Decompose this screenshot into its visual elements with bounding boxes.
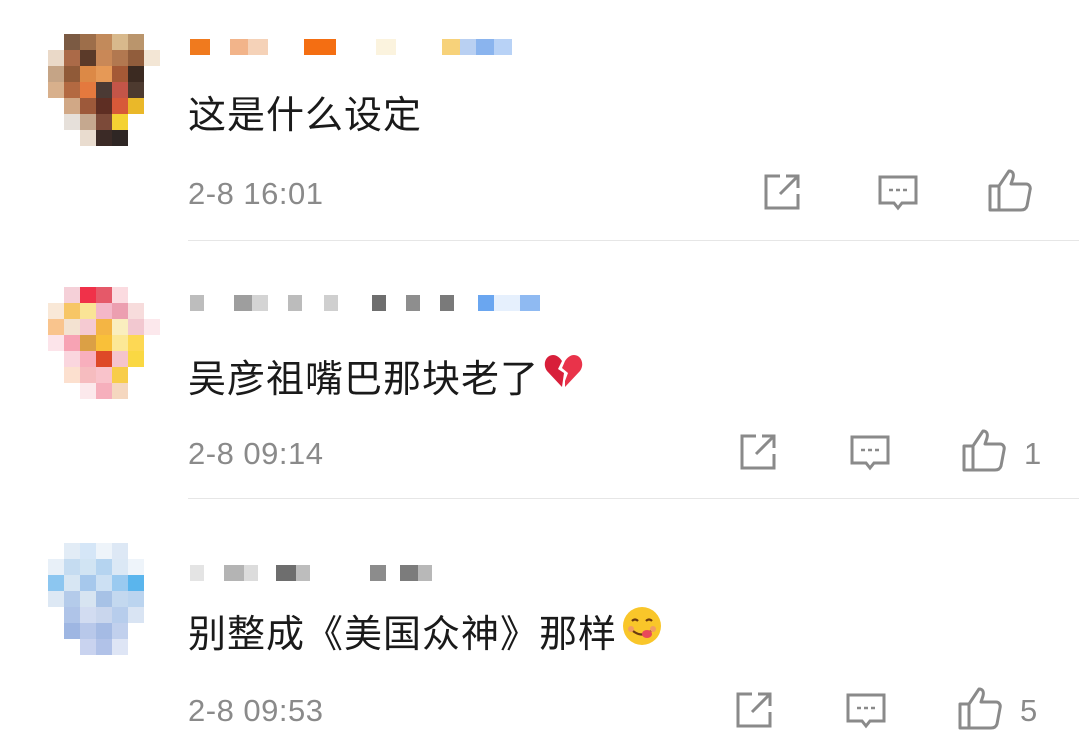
repost-icon[interactable]: [758, 168, 806, 216]
comment-timestamp: 2-8 16:01: [188, 176, 324, 211]
divider: [188, 498, 1079, 499]
comment-timestamp: 2-8 09:53: [188, 693, 324, 728]
thumbs-up-icon[interactable]: [986, 166, 1034, 214]
comment-text: 吴彦祖嘴巴那块老了: [188, 348, 583, 403]
username[interactable]: [190, 30, 512, 64]
like-count: 5: [1020, 693, 1038, 728]
comment-text: 这是什么设定: [188, 93, 423, 137]
username[interactable]: [190, 556, 432, 590]
avatar[interactable]: [48, 287, 160, 399]
comment-icon[interactable]: [842, 686, 890, 734]
comment-icon[interactable]: [874, 168, 922, 216]
thumbs-up-icon[interactable]: [956, 684, 1004, 732]
comment-text: 别整成《美国众神》那样: [188, 603, 663, 658]
avatar[interactable]: [48, 543, 160, 655]
avatar[interactable]: [48, 34, 160, 146]
repost-icon[interactable]: [734, 428, 782, 476]
divider: [188, 240, 1079, 241]
yummy-face-emoji: [621, 605, 663, 656]
repost-icon[interactable]: [730, 686, 778, 734]
username[interactable]: [190, 286, 540, 320]
like-count: 1: [1024, 436, 1042, 471]
comment-icon[interactable]: [846, 428, 894, 476]
thumbs-up-icon[interactable]: [960, 426, 1008, 474]
broken-heart-emoji: [543, 351, 583, 400]
comment-timestamp: 2-8 09:14: [188, 436, 324, 471]
